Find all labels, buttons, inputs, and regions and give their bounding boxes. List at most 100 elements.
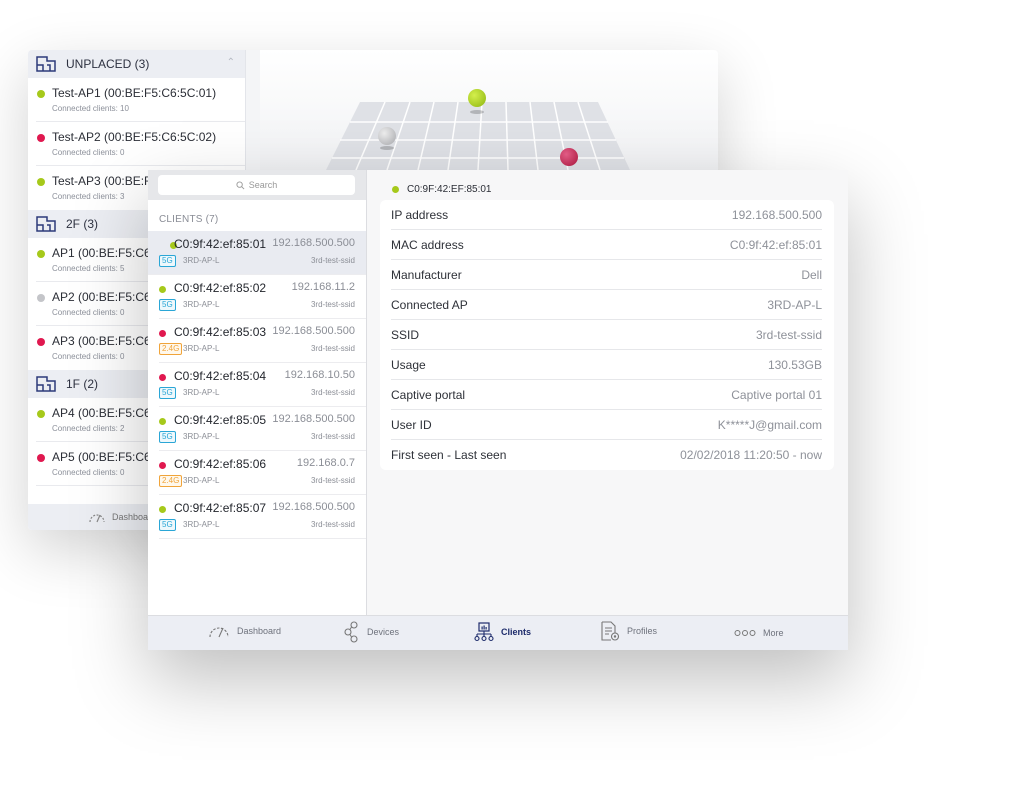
client-ssid: 3rd-test-ssid <box>310 300 355 309</box>
ap-connected-clients: Connected clients: 10 <box>52 104 129 113</box>
tab-label: Devices <box>367 627 400 637</box>
client-ssid: 3rd-test-ssid <box>310 344 355 353</box>
detail-title: C0:9F:42:EF:85:01 <box>392 184 492 195</box>
band-badge: 5G <box>159 299 176 311</box>
clients-network-icon <box>474 622 494 642</box>
group-label: 1F (2) <box>66 377 99 391</box>
detail-label: First seen - Last seen <box>391 448 507 462</box>
ap-list-item[interactable]: Test-AP1 (00:BE:F5:C6:5C:01) Connected cl… <box>36 78 245 122</box>
band-badge: 2.4G <box>159 475 183 487</box>
dashboard-gauge-icon <box>89 514 105 523</box>
ap-list-item[interactable]: Test-AP2 (00:BE:F5:C6:5C:02) Connected cl… <box>36 122 245 166</box>
client-ip: 192.168.11.2 <box>291 281 355 293</box>
detail-row-captive-portal: Captive portal Captive portal 01 <box>391 380 822 410</box>
client-list-item[interactable]: C0:9f:42:ef:85:02 192.168.11.2 5G 3RD-AP-L 3… <box>159 275 366 319</box>
status-dot <box>37 338 45 346</box>
client-mac: C0:9f:42:ef:85:01 <box>174 237 267 251</box>
marker-shadow <box>470 110 484 114</box>
more-dots-icon <box>734 630 756 636</box>
client-ip: 192.168.500.500 <box>272 325 355 337</box>
dashboard-gauge-icon <box>209 627 229 638</box>
client-list-item[interactable]: C0:9f:42:ef:85:04 192.168.10.50 5G 3RD-AP-L… <box>159 363 366 407</box>
client-mac: C0:9f:42:ef:85:06 <box>174 457 267 471</box>
detail-row-manufacturer: Manufacturer Dell <box>391 260 822 290</box>
client-ip: 192.168.500.500 <box>272 413 355 425</box>
client-detail-pane: C0:9F:42:EF:85:01 IP address 192.168.500.… <box>368 170 848 615</box>
client-ip: 192.168.0.7 <box>296 457 355 469</box>
detail-row-usage: Usage 130.53GB <box>391 350 822 380</box>
band-badge: 5G <box>159 519 176 531</box>
search-input[interactable]: Search <box>158 175 355 195</box>
client-list-item[interactable]: C0:9f:42:ef:85:01 192.168.500.500 5G 3RD-AP… <box>148 231 366 275</box>
detail-label: IP address <box>391 207 449 222</box>
floor-map[interactable] <box>260 50 718 171</box>
detail-value: 3RD-AP-L <box>767 297 822 312</box>
detail-value: 130.53GB <box>767 357 822 372</box>
floor-icon <box>36 376 56 392</box>
floor-icon <box>36 56 56 72</box>
client-ssid: 3rd-test-ssid <box>310 388 355 397</box>
tab-profiles[interactable]: Profiles <box>600 621 657 641</box>
client-ap: 3RD-AP-L <box>183 344 220 353</box>
ap-connected-clients: Connected clients: 0 <box>52 148 125 157</box>
status-dot <box>37 90 45 98</box>
detail-label: User ID <box>391 417 432 432</box>
status-dot <box>37 454 45 462</box>
detail-value: 02/02/2018 11:20:50 - now <box>680 448 822 462</box>
status-dot <box>37 134 45 142</box>
group-label: UNPLACED (3) <box>66 57 150 71</box>
client-mac: C0:9f:42:ef:85:02 <box>174 281 267 295</box>
status-dot <box>37 250 45 258</box>
detail-row-ssid: SSID 3rd-test-ssid <box>391 320 822 350</box>
status-dot <box>37 410 45 418</box>
client-mac: C0:9f:42:ef:85:05 <box>174 413 267 427</box>
map-marker-online[interactable] <box>468 89 486 107</box>
detail-card: IP address 192.168.500.500 MAC address C0:… <box>380 200 834 470</box>
status-dot <box>159 418 166 425</box>
detail-label: Manufacturer <box>391 267 462 282</box>
band-badge: 5G <box>159 255 176 267</box>
tab-clients[interactable]: Clients <box>474 622 531 642</box>
detail-label: MAC address <box>391 237 464 252</box>
status-dot <box>37 294 45 302</box>
client-ap: 3RD-AP-L <box>183 476 220 485</box>
map-marker-unknown[interactable] <box>378 127 396 145</box>
tab-more[interactable]: More <box>734 628 784 638</box>
client-ip: 192.168.500.500 <box>272 501 355 513</box>
client-list-item[interactable]: C0:9f:42:ef:85:05 192.168.500.500 5G 3RD-AP… <box>159 407 366 451</box>
client-mac: C0:9f:42:ef:85:04 <box>174 369 267 383</box>
client-ap: 3RD-AP-L <box>183 520 220 529</box>
status-dot <box>159 462 166 469</box>
client-ap: 3RD-AP-L <box>183 432 220 441</box>
tab-devices[interactable]: Devices <box>344 621 399 643</box>
map-marker-offline[interactable] <box>560 148 578 166</box>
detail-label: SSID <box>391 327 420 342</box>
chevron-up-icon[interactable]: ⌃ <box>227 57 235 68</box>
floor-icon <box>36 216 56 232</box>
detail-row-first-last-seen: First seen - Last seen 02/02/2018 11:20:5… <box>391 440 822 470</box>
detail-label: Usage <box>391 357 426 372</box>
bottom-tabbar: Dashboard Devices Clients Profiles More <box>148 615 848 650</box>
client-list-item[interactable]: C0:9f:42:ef:85:03 192.168.500.500 2.4G 3RD-… <box>159 319 366 363</box>
client-ssid: 3rd-test-ssid <box>310 476 355 485</box>
band-badge: 5G <box>159 387 176 399</box>
tab-label: Clients <box>501 627 532 637</box>
group-header-unplaced[interactable]: UNPLACED (3) ⌃ <box>28 50 245 78</box>
detail-value: Dell <box>801 267 822 282</box>
tab-label: More <box>763 628 784 638</box>
tab-dashboard[interactable]: Dashboard <box>208 624 281 638</box>
status-dot <box>159 286 166 293</box>
marker-shadow <box>380 146 394 150</box>
detail-row-user-id: User ID K*****J@gmail.com <box>391 410 822 440</box>
client-mac: C0:9f:42:ef:85:07 <box>174 501 267 515</box>
client-list-item[interactable]: C0:9f:42:ef:85:06 192.168.0.7 2.4G 3RD-AP-L… <box>159 451 366 495</box>
detail-label: Captive portal <box>391 387 466 402</box>
ap-name: Test-AP1 (00:BE:F5:C6:5C:01) <box>52 86 217 100</box>
status-dot <box>392 186 399 193</box>
detail-title-text: C0:9F:42:EF:85:01 <box>407 184 492 195</box>
client-ap: 3RD-AP-L <box>183 256 220 265</box>
client-list-item[interactable]: C0:9f:42:ef:85:07 192.168.500.500 5G 3RD-AP… <box>159 495 366 539</box>
profiles-document-icon <box>601 621 620 641</box>
clients-window: Search CLIENTS (7) C0:9f:42:ef:85:01 192.… <box>148 170 848 650</box>
status-dot <box>159 506 166 513</box>
